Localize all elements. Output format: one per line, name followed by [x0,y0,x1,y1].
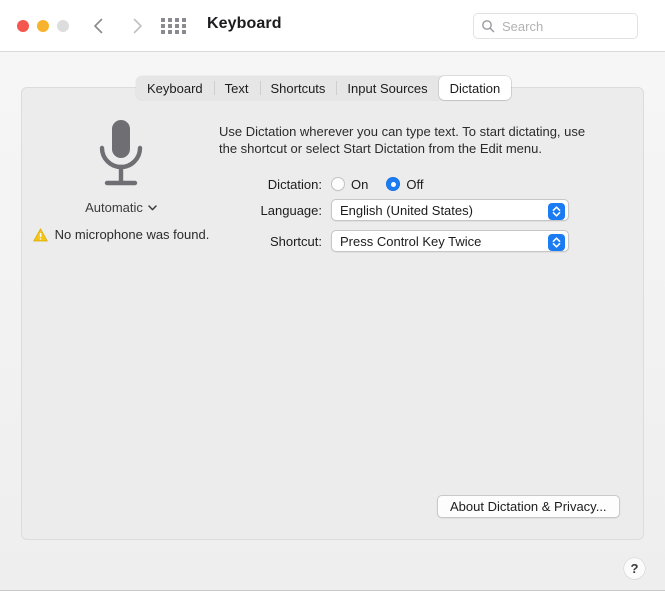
language-label: Language: [260,202,322,218]
language-dropdown[interactable]: English (United States) [331,199,569,221]
page-title: Keyboard [207,15,282,32]
zoom-window-button[interactable] [57,20,69,32]
system-preferences-window: Keyboard Keyboard Text Shortcuts Input S… [0,0,665,591]
stepper-updown-icon[interactable] [548,233,565,251]
language-row: Language: English (United States) [219,199,569,221]
shortcut-row: Shortcut: Press Control Key Twice [219,230,569,252]
search-input[interactable] [502,18,622,34]
radio-dot-selected [386,177,401,191]
help-button[interactable]: ? [624,558,645,579]
microphone-source-dropdown[interactable]: Automatic [85,200,157,215]
microphone-column: Automatic No microphone was found. [21,118,221,242]
grid-icon[interactable] [161,18,187,35]
microphone-icon [99,120,143,186]
dictation-radio-on[interactable]: On [331,177,368,192]
microphone-warning: No microphone was found. [21,227,221,242]
dictation-label: Dictation: [267,176,322,192]
chevron-down-icon [148,204,157,210]
dictation-radio-off[interactable]: Off [386,177,423,192]
tab-shortcuts[interactable]: Shortcuts [259,76,337,100]
dictation-radio-off-label: Off [406,176,424,192]
navigation-arrows [88,15,148,37]
tab-dictation[interactable]: Dictation [438,76,512,100]
tab-bar: Keyboard Text Shortcuts Input Sources Di… [136,76,512,100]
back-button[interactable] [88,15,110,37]
minimize-window-button[interactable] [37,20,49,32]
shortcut-label: Shortcut: [269,233,322,249]
search-field[interactable] [473,13,638,39]
tab-text[interactable]: Text [213,76,260,100]
close-window-button[interactable] [17,20,29,32]
warning-triangle-icon [32,227,48,241]
shortcut-dropdown[interactable]: Press Control Key Twice [331,230,569,252]
search-icon [482,20,495,33]
window-titlebar: Keyboard [0,0,665,52]
dictation-radio-group: On Off [331,177,423,192]
traffic-light-controls [17,20,69,32]
dictation-radio-on-label: On [351,176,369,192]
microphone-source-label: Automatic [85,200,143,215]
shortcut-value: Press Control Key Twice [340,233,482,249]
stepper-updown-icon[interactable] [548,202,565,220]
tab-input-sources[interactable]: Input Sources [336,76,438,100]
forward-button[interactable] [126,15,148,37]
radio-dot-unselected [331,177,345,191]
dictation-description: Use Dictation wherever you can type text… [219,124,586,156]
microphone-warning-text: No microphone was found. [54,227,210,242]
dictation-row: Dictation: On Off [219,173,424,195]
tab-keyboard[interactable]: Keyboard [136,76,214,100]
about-dictation-privacy-button[interactable]: About Dictation & Privacy... [437,495,620,518]
language-value: English (United States) [340,202,473,218]
